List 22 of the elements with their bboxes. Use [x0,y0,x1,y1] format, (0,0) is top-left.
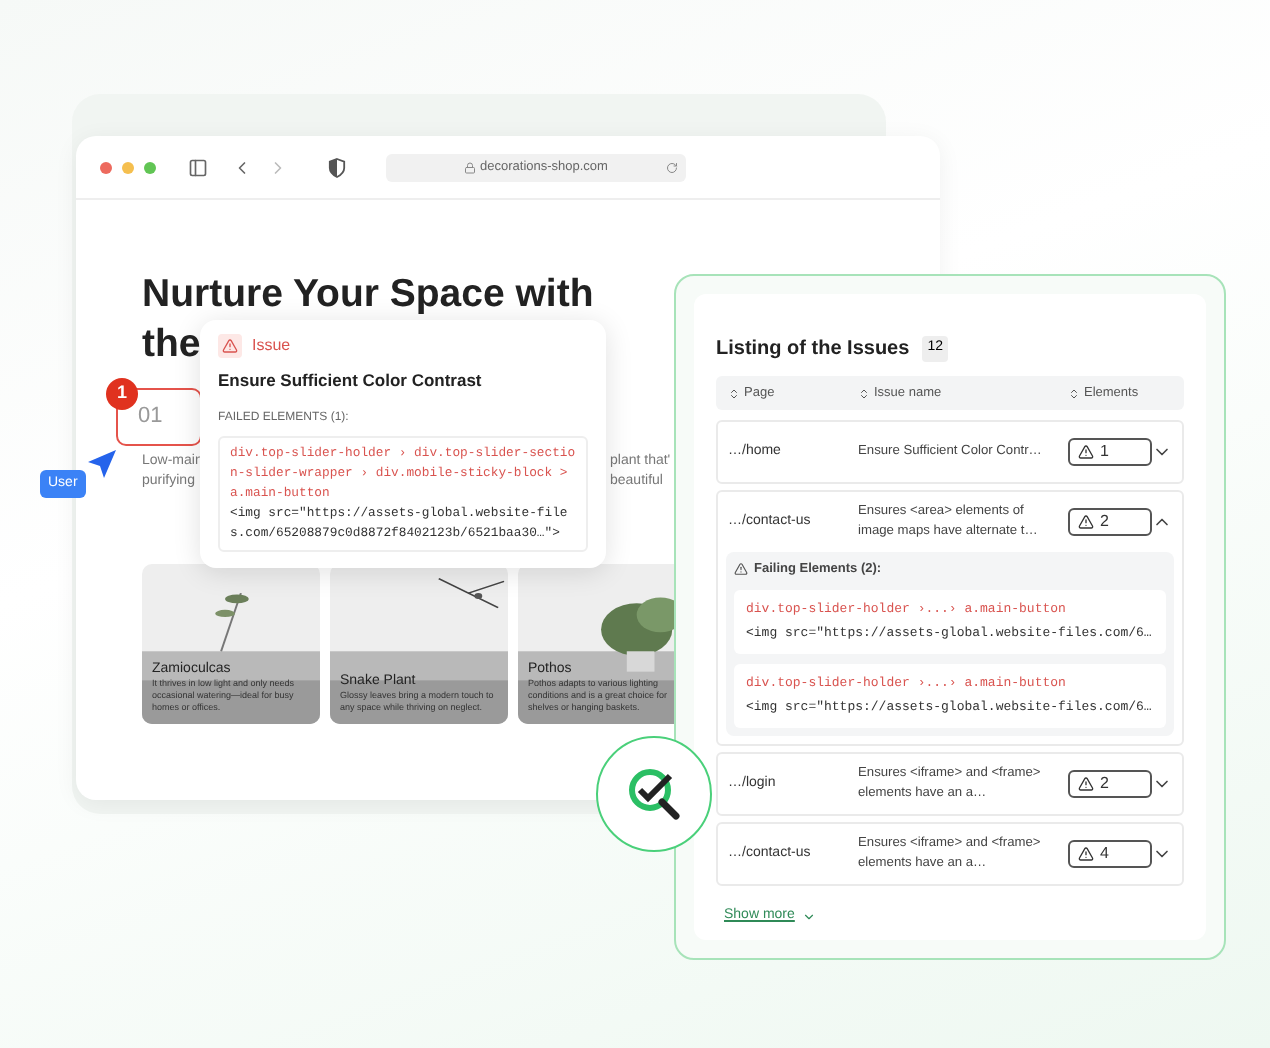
warning-icon [1078,845,1094,862]
chevron-down-icon[interactable] [802,909,817,923]
issue-tag: Issue [252,334,291,358]
shield-icon[interactable] [328,157,346,177]
cursor-icon [86,448,118,480]
elements-count-badge: 2 [1068,769,1152,798]
warning-icon [1078,444,1094,460]
elements-count-badge: 4 [1068,839,1152,868]
warning-icon [1078,514,1094,530]
warning-icon [1078,775,1094,792]
sidebar-icon[interactable] [188,157,208,177]
hero-heading: the [142,320,201,370]
issue-title: Ensure Sufficient Color Contrast [218,368,484,394]
warning-icon [734,562,748,577]
reload-icon[interactable] [666,161,678,173]
hero-heading: Nurture Your Space with [142,270,594,320]
issue-row[interactable] [716,490,1184,746]
warning-icon [218,334,242,358]
elements-count-badge: 2 [1068,508,1152,536]
issues-title: Listing of the Issues [716,336,910,364]
lock-icon [464,161,477,173]
elements-count-badge: 1 [1068,438,1152,466]
